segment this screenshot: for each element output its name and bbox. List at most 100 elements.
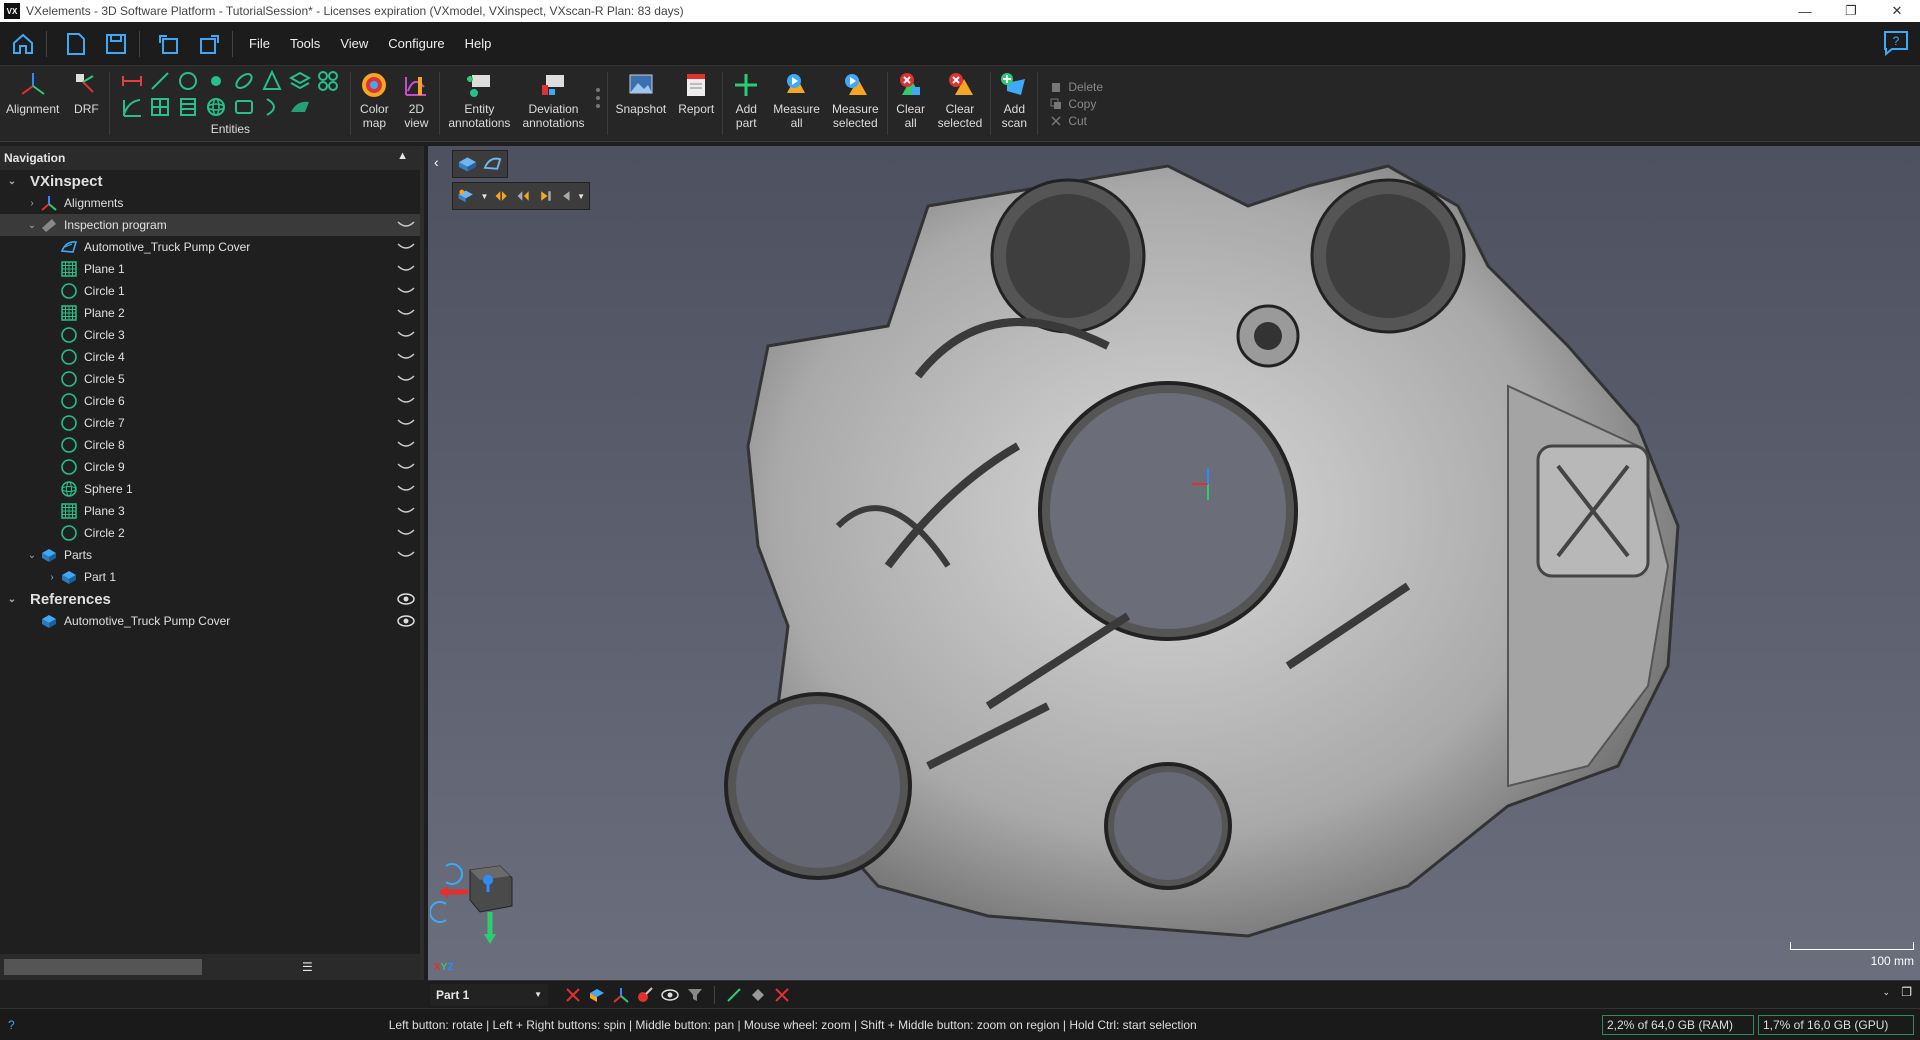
hidden-eye-icon[interactable] (396, 370, 416, 388)
entity-annotations-button[interactable]: Entity annotations (442, 66, 516, 141)
tree-program-item[interactable]: Circle 4 (0, 346, 420, 368)
hidden-eye-icon[interactable] (396, 436, 416, 454)
list-view-icon[interactable]: ☰ (302, 960, 313, 974)
hidden-eye-icon[interactable] (396, 502, 416, 520)
tree-program-item[interactable]: Circle 3 (0, 324, 420, 346)
navigation-cube[interactable] (429, 858, 540, 968)
expand-arrow-icon[interactable]: › (24, 198, 40, 209)
save-button[interactable] (99, 27, 133, 61)
hidden-eye-icon[interactable] (396, 458, 416, 476)
clear-cross-icon[interactable] (773, 986, 791, 1004)
expand-arrow-icon[interactable]: ⌄ (24, 550, 40, 561)
copy-button[interactable]: Copy (1050, 97, 1103, 111)
measure-distance-icon[interactable] (118, 68, 146, 94)
view-cube-icon[interactable] (457, 186, 474, 206)
add-part-button[interactable]: Add part (725, 66, 767, 141)
settings-tool-icon[interactable] (749, 986, 767, 1004)
hidden-eye-icon[interactable] (396, 260, 416, 278)
undo-button[interactable] (152, 27, 186, 61)
add-scan-button[interactable]: Add scan (993, 66, 1035, 141)
expand-arrow-icon[interactable]: ⌄ (24, 220, 40, 231)
part-select[interactable]: Part 1 ▼ (430, 983, 548, 1006)
hidden-eye-icon[interactable] (396, 282, 416, 300)
next-view-icon[interactable] (538, 186, 554, 206)
menu-help[interactable]: Help (455, 36, 502, 51)
snapshot-button[interactable]: Snapshot (610, 66, 673, 141)
paint-select-icon[interactable] (636, 986, 654, 1004)
eye-icon[interactable] (396, 612, 416, 630)
dropdown-arrow-icon[interactable]: ▼ (480, 192, 488, 201)
view-2d-button[interactable]: 2D view (395, 66, 437, 141)
collapse-icon[interactable]: ▲ (397, 150, 408, 162)
hidden-eye-icon[interactable] (396, 524, 416, 542)
tree-parts[interactable]: ⌄ Parts (0, 544, 420, 566)
tree-program-item[interactable]: Circle 1 (0, 280, 420, 302)
eye-icon[interactable] (396, 590, 416, 608)
filter-icon[interactable] (686, 986, 704, 1004)
surface-icon[interactable] (286, 94, 314, 120)
hidden-eye-icon[interactable] (396, 348, 416, 366)
hidden-eye-icon[interactable] (396, 546, 416, 564)
point-icon[interactable] (202, 68, 230, 94)
help-corner-button[interactable]: ? (1882, 29, 1910, 60)
plane-entity-icon[interactable] (146, 94, 174, 120)
tree-part-1[interactable]: › Part 1 (0, 566, 420, 588)
line-icon[interactable] (146, 68, 174, 94)
dropdown-arrow-icon[interactable]: ▼ (577, 192, 585, 201)
tree-program-item[interactable]: Plane 1 (0, 258, 420, 280)
new-file-button[interactable] (59, 27, 93, 61)
hidden-eye-icon[interactable] (396, 304, 416, 322)
select-alignment-icon[interactable] (612, 986, 630, 1004)
layers-icon[interactable] (286, 68, 314, 94)
home-button[interactable] (6, 27, 40, 61)
maximize-view-icon[interactable]: ❐ (1901, 985, 1912, 999)
cut-button[interactable]: Cut (1050, 114, 1103, 128)
hidden-eye-icon[interactable] (396, 326, 416, 344)
deviation-annotations-button[interactable]: Deviation annotations (516, 66, 590, 141)
circle-entity-icon[interactable] (174, 68, 202, 94)
tree-program-item[interactable]: Automotive_Truck Pump Cover (0, 236, 420, 258)
minimize-button[interactable]: — (1782, 0, 1828, 22)
tree-program-item[interactable]: Plane 2 (0, 302, 420, 324)
curve-icon[interactable] (118, 94, 146, 120)
3d-viewport[interactable]: ‹ ▼ ▼ XYZ 100 mm (428, 146, 1920, 980)
fit-view-icon[interactable] (494, 186, 510, 206)
tree-program-item[interactable]: Circle 8 (0, 434, 420, 456)
clear-all-button[interactable]: Clear all (890, 66, 932, 141)
collapse-panel-chevron-icon[interactable]: ‹ (434, 154, 439, 170)
tree-program-item[interactable]: Sphere 1 (0, 478, 420, 500)
redo-button[interactable] (192, 27, 226, 61)
tree-program-item[interactable]: Circle 6 (0, 390, 420, 412)
hidden-eye-icon[interactable] (396, 414, 416, 432)
more-options-handle[interactable] (591, 66, 605, 141)
alignment-button[interactable]: Alignment (0, 66, 65, 141)
hidden-eye-icon[interactable] (396, 216, 416, 234)
expand-arrow-icon[interactable]: › (44, 572, 60, 583)
tree-inspection-program[interactable]: ⌄ Inspection program (0, 214, 420, 236)
solid-view-icon[interactable] (457, 154, 478, 174)
measure-all-button[interactable]: Measure all (767, 66, 826, 141)
cylinder-icon[interactable] (174, 94, 202, 120)
deselect-icon[interactable] (564, 986, 582, 1004)
hidden-eye-icon[interactable] (396, 392, 416, 410)
tree-alignments[interactable]: › Alignments (0, 192, 420, 214)
tree-program-item[interactable]: Circle 5 (0, 368, 420, 390)
tree-references[interactable]: ⌄ References (0, 588, 420, 610)
previous-view-icon[interactable] (516, 186, 532, 206)
color-map-button[interactable]: Color map (353, 66, 395, 141)
mesh-view-icon[interactable] (482, 154, 503, 174)
tree-program-item[interactable]: Circle 9 (0, 456, 420, 478)
arc-icon[interactable] (258, 94, 286, 120)
help-icon[interactable]: ? (8, 1018, 15, 1032)
clear-selected-button[interactable]: Clear selected (932, 66, 989, 141)
hidden-eye-icon[interactable] (396, 238, 416, 256)
tree-reference-item[interactable]: Automotive_Truck Pump Cover (0, 610, 420, 632)
tree-program-item[interactable]: Plane 3 (0, 500, 420, 522)
report-button[interactable]: Report (672, 66, 720, 141)
drf-button[interactable]: DRF (65, 66, 107, 141)
tree-program-item[interactable]: Circle 7 (0, 412, 420, 434)
menu-file[interactable]: File (239, 36, 280, 51)
close-button[interactable]: ✕ (1874, 0, 1920, 22)
back-view-icon[interactable] (560, 186, 571, 206)
restore-button[interactable]: ❐ (1828, 0, 1874, 22)
